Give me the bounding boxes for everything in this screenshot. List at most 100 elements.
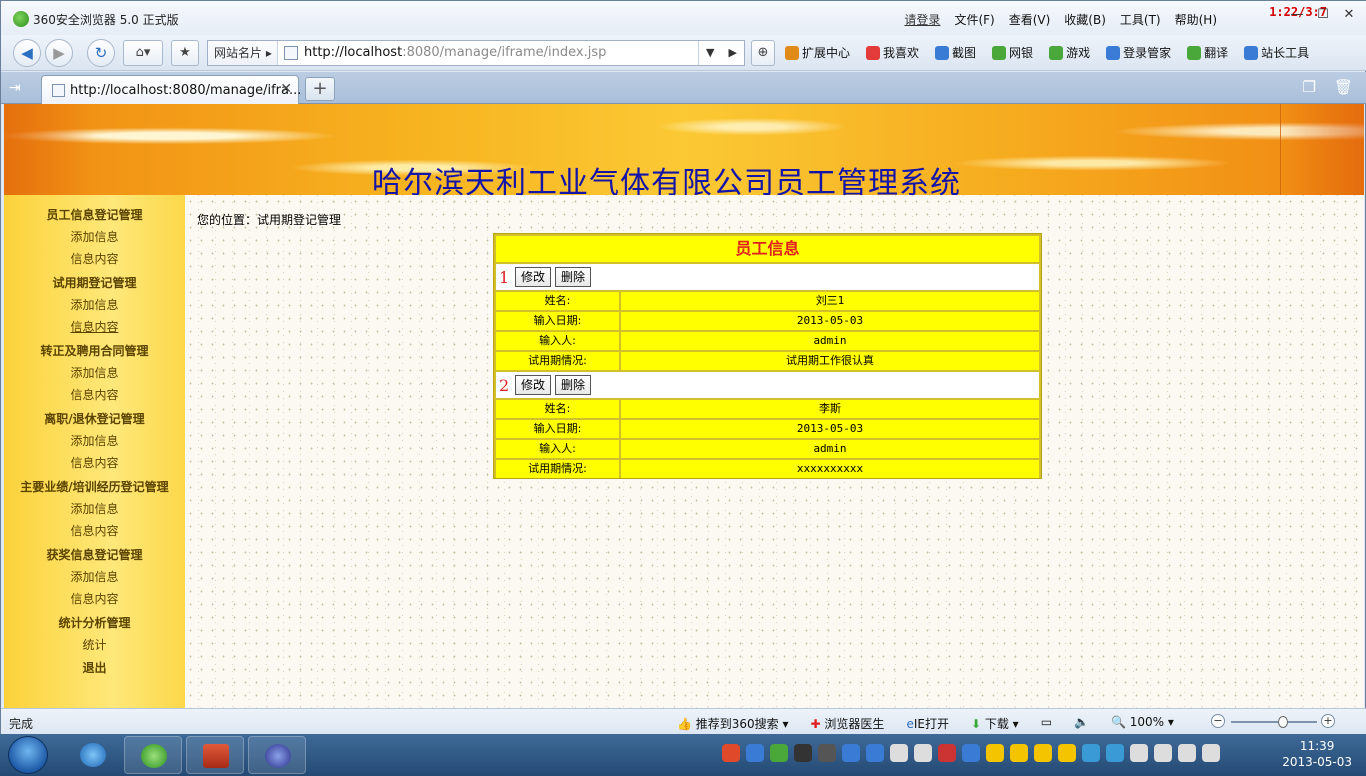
trash-icon[interactable]: 🗑 (1334, 78, 1353, 96)
toolbar-item[interactable]: 游戏 (1049, 44, 1090, 61)
zoom-slider[interactable]: − + (1211, 714, 1341, 729)
window-controls: — ☐ ✕ (1285, 5, 1361, 25)
field-value: 2013-05-03 (621, 420, 1039, 438)
recommend-360-search[interactable]: 👍 推荐到360搜索 ▾ (677, 715, 789, 732)
tray-icon[interactable] (890, 744, 908, 762)
maximize-button[interactable]: ☐ (1311, 5, 1335, 25)
toolbar-item[interactable]: 翻译 (1187, 44, 1228, 61)
menu-favorites[interactable]: 收藏(B) (1064, 11, 1106, 28)
toolbar-item[interactable]: 截图 (935, 44, 976, 61)
tray-icon[interactable] (938, 744, 956, 762)
sidebar-toggle-icon[interactable]: ⇥ (9, 78, 29, 98)
back-button[interactable]: ◀ (13, 39, 41, 67)
table-row: 试用期情况: xxxxxxxxxx (496, 460, 1039, 478)
logout-link[interactable]: 退出 (4, 658, 185, 679)
eclipse-taskbar-icon[interactable] (248, 736, 306, 774)
login-link[interactable]: 请登录 (904, 11, 940, 28)
tray-icon[interactable] (794, 744, 812, 762)
ie-taskbar-icon[interactable] (64, 736, 122, 774)
tray-icon[interactable] (1010, 744, 1028, 762)
sidebar-item[interactable]: 信息内容 (4, 316, 185, 338)
tray-icon[interactable] (842, 744, 860, 762)
tray-icon[interactable] (770, 744, 788, 762)
close-tab-icon[interactable]: ✕ (280, 81, 292, 97)
sidebar-item[interactable]: 添加信息 (4, 294, 185, 316)
tray-icon[interactable] (1106, 744, 1124, 762)
close-window-button[interactable]: ✕ (1337, 5, 1361, 25)
tray-icon[interactable] (1058, 744, 1076, 762)
toolbox-taskbar-icon[interactable] (186, 736, 244, 774)
refresh-button[interactable]: ↻ (87, 39, 115, 67)
sidebar-item[interactable]: 信息内容 (4, 452, 185, 474)
sidebar-item[interactable]: 信息内容 (4, 384, 185, 406)
tray-icon[interactable] (1082, 744, 1100, 762)
toolbar-item[interactable]: 站长工具 (1244, 44, 1309, 61)
restore-tabs-icon[interactable]: ❐ (1303, 78, 1316, 96)
sidebar-item[interactable]: 添加信息 (4, 226, 185, 248)
tray-icon[interactable] (1202, 744, 1220, 762)
browser-360-taskbar-icon[interactable] (124, 736, 182, 774)
shield-button[interactable]: ⊕ (751, 40, 775, 66)
tray-icon[interactable] (914, 744, 932, 762)
page-content: 哈尔滨天利工业气体有限公司员工管理系统 员工信息登记管理 添加信息 信息内容 试用期登… (4, 104, 1364, 708)
delete-button[interactable]: 删除 (555, 267, 592, 287)
speaker-icon[interactable]: 🔈 (1074, 715, 1089, 732)
zoom-control[interactable]: 🔍 100% ▾ (1111, 715, 1174, 732)
start-button-icon[interactable] (8, 736, 48, 774)
toolbar-item[interactable]: 网银 (992, 44, 1033, 61)
edit-button[interactable]: 修改 (515, 267, 552, 287)
menu-tools[interactable]: 工具(T) (1120, 11, 1161, 28)
zoom-in-icon[interactable]: + (1321, 714, 1335, 728)
toolbar-item[interactable]: 登录管家 (1106, 44, 1171, 61)
edit-button[interactable]: 修改 (515, 375, 552, 395)
tray-icon[interactable] (1034, 744, 1052, 762)
url-text[interactable]: http://localhost:8080/manage/iframe/inde… (304, 45, 606, 60)
sidebar-item[interactable]: 信息内容 (4, 248, 185, 270)
sidebar-item[interactable]: 信息内容 (4, 588, 185, 610)
new-tab-button[interactable]: + (305, 77, 335, 101)
sidebar-item[interactable]: 统计 (4, 634, 185, 656)
screen-icon[interactable]: ▭ (1041, 715, 1052, 732)
home-button[interactable]: ⌂▾ (123, 40, 163, 66)
download-button[interactable]: ⬇ 下载 ▾ (971, 715, 1019, 732)
sidebar-item[interactable]: 添加信息 (4, 566, 185, 588)
sidebar-group: 试用期登记管理 添加信息 信息内容 (4, 273, 185, 338)
tray-icon[interactable] (1154, 744, 1172, 762)
toolbar-item-icon (1187, 45, 1202, 60)
tab-active[interactable]: http://localhost:8080/manage/ifra... ✕ (41, 75, 301, 104)
ie-open[interactable]: eIE打开 (906, 715, 949, 732)
chevron-down-icon[interactable]: ▼ (699, 41, 722, 65)
tray-icon[interactable] (986, 744, 1004, 762)
forward-button[interactable]: ▶ (45, 39, 73, 67)
sidebar-item[interactable]: 添加信息 (4, 498, 185, 520)
field-value: 刘三1 (621, 292, 1039, 310)
delete-button[interactable]: 删除 (555, 375, 592, 395)
browser-doctor[interactable]: ✚ 浏览器医生 (811, 715, 885, 732)
tray-icon[interactable] (962, 744, 980, 762)
menu-help[interactable]: 帮助(H) (1175, 11, 1217, 28)
clock[interactable]: 11:39 2013-05-03 (1282, 738, 1352, 770)
zoom-thumb[interactable] (1277, 716, 1288, 728)
tray-icon[interactable] (866, 744, 884, 762)
sidebar-item[interactable]: 添加信息 (4, 430, 185, 452)
tray-icon[interactable] (722, 744, 740, 762)
tray-icon[interactable] (1178, 744, 1196, 762)
go-arrow-icon[interactable]: ▶ (722, 41, 745, 65)
sidebar-item[interactable]: 添加信息 (4, 362, 185, 384)
site-card-button[interactable]: 网站名片 ▸ (208, 41, 278, 65)
toolbar-item[interactable]: 扩展中心 (785, 44, 850, 61)
tray-icon[interactable] (746, 744, 764, 762)
menu-view[interactable]: 查看(V) (1009, 11, 1051, 28)
zoom-out-icon[interactable]: − (1211, 714, 1225, 728)
menu-file[interactable]: 文件(F) (954, 11, 994, 28)
thumb-icon: 👍 (677, 717, 692, 731)
favorite-star-button[interactable]: ★ (171, 40, 199, 66)
address-bar[interactable]: 网站名片 ▸ http://localhost:8080/manage/ifra… (207, 40, 745, 66)
minimize-button[interactable]: — (1285, 5, 1309, 25)
tray-icon[interactable] (1130, 744, 1148, 762)
sidebar-item[interactable]: 信息内容 (4, 520, 185, 542)
banner-edge-left (4, 104, 94, 195)
toolbar-item[interactable]: 我喜欢 (866, 44, 919, 61)
zoom-track[interactable] (1231, 721, 1317, 723)
tray-icon[interactable] (818, 744, 836, 762)
